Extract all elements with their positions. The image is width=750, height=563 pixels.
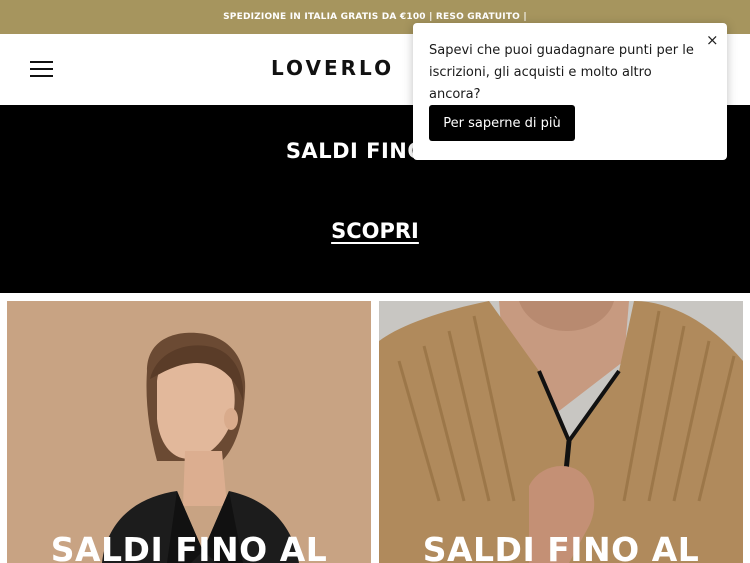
popup-message: Sapevi che puoi guadagnare punti per le … (429, 43, 694, 102)
close-icon[interactable]: × (706, 31, 719, 49)
hero-cta-link[interactable]: SCOPRI (331, 219, 419, 243)
tile-women-label: SALDI FINO AL (50, 530, 328, 563)
promo-tile-men[interactable]: SALDI FINO AL (379, 301, 743, 563)
man-camel-zip-sweater-photo (379, 301, 743, 563)
site-logo[interactable]: LOVERLO (271, 56, 394, 80)
announcement-text: SPEDIZIONE IN ITALIA GRATIS DA €100 | RE… (223, 12, 527, 22)
promo-tile-women[interactable]: SALDI FINO AL (7, 301, 371, 563)
hamburger-menu-icon[interactable] (30, 61, 54, 78)
tile-men-label: SALDI FINO AL (422, 530, 700, 563)
learn-more-button[interactable]: Per saperne di più (429, 105, 575, 141)
woman-black-blazer-photo (7, 301, 371, 563)
loyalty-popup: × Sapevi che puoi guadagnare punti per l… (413, 23, 727, 160)
